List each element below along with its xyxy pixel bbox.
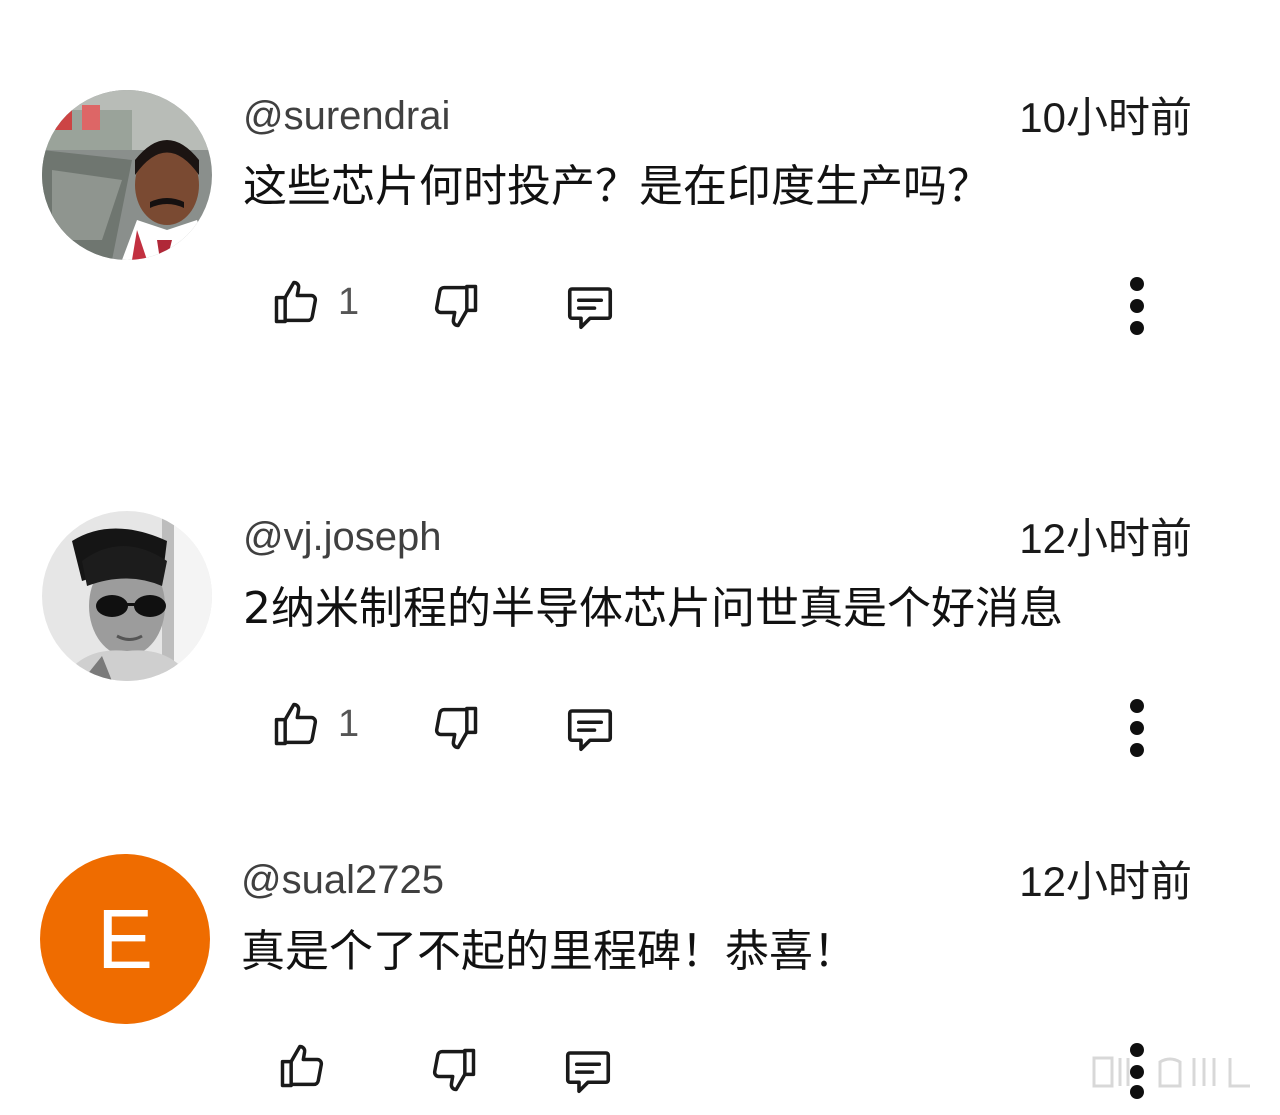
like-button[interactable]: 1 [270, 276, 359, 328]
thumb-up-icon [274, 702, 318, 746]
more-vert-icon [1130, 277, 1144, 335]
comment-icon [567, 709, 613, 752]
avatar[interactable] [42, 90, 212, 260]
watermark-logo [1090, 1050, 1260, 1095]
dislike-button[interactable] [430, 702, 482, 754]
comment-text: 2纳米制程的半导体芯片问世真是个好消息 [243, 583, 1063, 634]
comment-author[interactable]: @vj.joseph [243, 517, 441, 557]
thumb-up-icon [274, 280, 318, 324]
reply-button[interactable] [563, 702, 617, 756]
comment-timestamp: 12小时前 [1019, 515, 1192, 562]
comment-timestamp: 12小时前 [1019, 858, 1192, 905]
comment-icon [565, 1051, 611, 1094]
thumb-up-icon [280, 1044, 324, 1088]
like-count: 1 [338, 702, 360, 745]
thumb-down-icon [434, 706, 478, 750]
comment-author[interactable]: @sual2725 [241, 860, 444, 900]
more-vert-icon [1130, 699, 1144, 757]
reply-button[interactable] [561, 1044, 615, 1098]
like-button[interactable]: 1 [270, 698, 359, 750]
comment-icon [567, 287, 613, 330]
dislike-button[interactable] [428, 1044, 480, 1096]
avatar[interactable] [42, 511, 212, 681]
comment-text: 真是个了不起的里程碑！恭喜！ [241, 926, 857, 977]
thumb-down-icon [434, 284, 478, 328]
reply-button[interactable] [563, 280, 617, 334]
comment-author[interactable]: @surendrai [243, 96, 450, 136]
comment-text: 这些芯片何时投产？是在印度生产吗？ [243, 161, 991, 212]
comment-item: E @sual2725 12小时前 真是个了不起的里程碑！恭喜！ [0, 0, 1280, 1099]
comment-timestamp: 10小时前 [1019, 94, 1192, 141]
more-options-button[interactable] [1122, 274, 1152, 338]
more-options-button[interactable] [1122, 696, 1152, 760]
dislike-button[interactable] [430, 280, 482, 332]
comment-item: @surendrai 10小时前 这些芯片何时投产？是在印度生产吗？ 1 [0, 0, 1280, 400]
thumb-down-icon [432, 1048, 476, 1092]
like-count: 1 [338, 280, 360, 323]
like-button[interactable] [276, 1040, 328, 1092]
avatar[interactable]: E [40, 854, 210, 1024]
